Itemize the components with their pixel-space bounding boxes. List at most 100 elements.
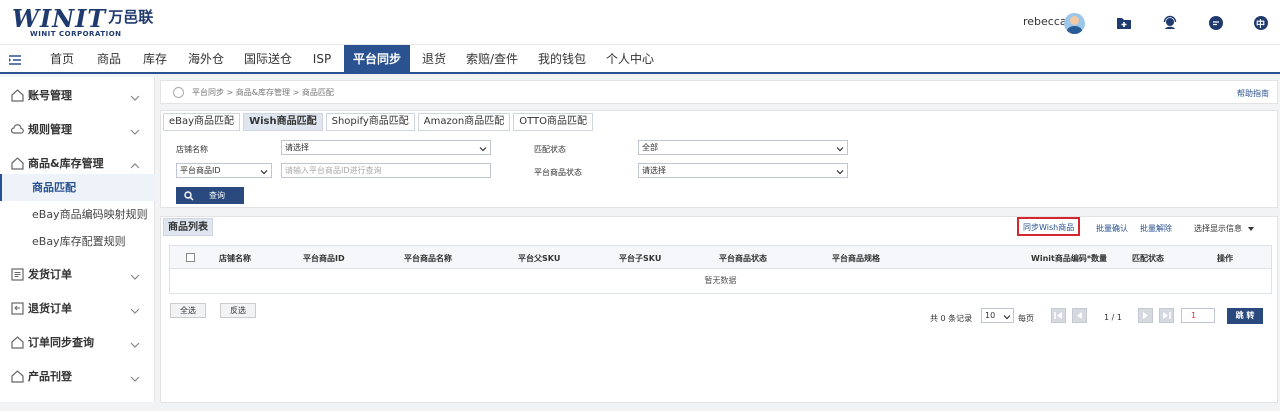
- product-list-tab[interactable]: 商品列表: [163, 218, 213, 236]
- sidebar-item-product-match[interactable]: 商品匹配: [0, 174, 155, 201]
- main-nav: 首页 商品 库存 海外仓 国际送仓 ISP 平台同步 退货 索赔/查件 我的钱包…: [0, 44, 1280, 74]
- filter-panel: eBay商品匹配 Wish商品匹配 Shopify商品匹配 Amazon商品匹配…: [160, 110, 1278, 208]
- home-icon: [11, 155, 24, 170]
- chevron-down-icon: [130, 122, 140, 135]
- col-platform-product-status: 平台商品状态: [719, 254, 767, 263]
- next-page-icon[interactable]: [1138, 308, 1153, 323]
- sidebar-group-label: 订单同步查询: [28, 336, 94, 349]
- page-info: 1 / 1: [1104, 313, 1122, 322]
- invert-selection-button[interactable]: 反选: [220, 303, 256, 318]
- query-button[interactable]: 查询: [176, 187, 244, 204]
- total-records: 共 0 条记录: [930, 314, 973, 323]
- search-icon: [184, 190, 194, 201]
- first-page-icon[interactable]: [1051, 308, 1066, 323]
- product-list-panel: 商品列表 同步Wish商品 批量确认 批量解除 选择显示信息 店铺名称 平台商品…: [160, 216, 1278, 403]
- help-guide-link[interactable]: 帮助指南: [1237, 88, 1269, 99]
- sidebar: 账号管理 规则管理 商品&库存管理 商品匹配 eBay商品编码映射规则 eBay…: [0, 77, 155, 402]
- select-all-checkbox[interactable]: [186, 253, 195, 262]
- username[interactable]: rebecca: [1023, 15, 1067, 28]
- nav-item-returns[interactable]: 退货: [414, 45, 454, 73]
- home-icon: [11, 368, 24, 383]
- language-icon[interactable]: 中: [1253, 15, 1269, 31]
- nav-item-wallet[interactable]: 我的钱包: [530, 45, 594, 73]
- match-status-select[interactable]: 全部: [638, 140, 848, 155]
- menu-toggle-icon[interactable]: [8, 52, 22, 66]
- logo-mark: WINIT: [12, 4, 107, 33]
- chevron-down-icon: [479, 144, 487, 152]
- tab-amazon-match[interactable]: Amazon商品匹配: [417, 113, 511, 131]
- sidebar-group-label: 退货订单: [28, 302, 72, 315]
- sync-wish-products-button[interactable]: 同步Wish商品: [1017, 217, 1081, 236]
- display-options-label: 选择显示信息: [1194, 224, 1242, 233]
- chevron-down-icon: [130, 301, 140, 314]
- sidebar-group-account[interactable]: 账号管理: [0, 77, 155, 111]
- nav-item-isp[interactable]: ISP: [304, 45, 340, 73]
- nav-item-home[interactable]: 首页: [40, 45, 84, 73]
- nav-item-products[interactable]: 商品: [88, 45, 130, 73]
- tab-wish-match[interactable]: Wish商品匹配: [243, 113, 323, 131]
- id-type-select[interactable]: 平台商品ID: [176, 163, 272, 178]
- nav-item-international-shipping[interactable]: 国际送仓: [236, 45, 300, 73]
- match-status-label: 匹配状态: [534, 145, 566, 154]
- col-actions: 操作: [1217, 254, 1233, 263]
- home-icon: [11, 334, 24, 349]
- chat-icon[interactable]: [1208, 15, 1224, 31]
- prev-page-icon[interactable]: [1072, 308, 1087, 323]
- sidebar-item-ebay-sku-mapping[interactable]: eBay商品编码映射规则: [0, 201, 155, 228]
- last-page-icon[interactable]: [1159, 308, 1174, 323]
- top-header: WINIT 万邑联 WINIT CORPORATION rebecca 中: [0, 0, 1280, 44]
- winit-logo[interactable]: WINIT 万邑联 WINIT CORPORATION: [12, 4, 153, 39]
- nav-item-overseas-warehouse[interactable]: 海外仓: [180, 45, 232, 73]
- logo-subtitle: WINIT CORPORATION: [30, 30, 122, 38]
- store-name-select[interactable]: 请选择: [281, 140, 491, 155]
- chevron-down-icon: [836, 167, 844, 175]
- avatar[interactable]: [1064, 13, 1085, 34]
- nav-item-platform-sync[interactable]: 平台同步: [344, 45, 410, 73]
- empty-table-message: 暂无数据: [169, 269, 1272, 294]
- caret-down-icon: [1247, 226, 1254, 231]
- chevron-down-icon: [836, 144, 844, 152]
- support-agent-icon[interactable]: [1162, 15, 1178, 31]
- sidebar-group-rules[interactable]: 规则管理: [0, 111, 155, 145]
- chevron-up-icon: [130, 156, 140, 169]
- breadcrumb-bar: 平台同步 > 商品&库存管理 > 商品匹配 帮助指南: [160, 80, 1278, 104]
- sidebar-group-order-sync-query[interactable]: 订单同步查询: [0, 324, 155, 358]
- chevron-down-icon: [130, 88, 140, 101]
- sidebar-group-label: 发货订单: [28, 268, 72, 281]
- nav-item-inventory[interactable]: 库存: [134, 45, 176, 73]
- sidebar-group-product-listing[interactable]: 产品刊登: [0, 358, 155, 392]
- page-number-input[interactable]: 1: [1181, 308, 1215, 323]
- platform-status-label: 平台商品状态: [534, 168, 582, 177]
- folder-plus-icon[interactable]: [1116, 15, 1132, 31]
- page-size-select[interactable]: 10: [981, 308, 1014, 323]
- sidebar-group-label: 规则管理: [28, 123, 72, 136]
- sidebar-group-label: 产品刊登: [28, 370, 72, 383]
- return-icon: [11, 300, 24, 315]
- sidebar-group-label: 账号管理: [28, 89, 72, 102]
- tab-shopify-match[interactable]: Shopify商品匹配: [325, 113, 415, 131]
- col-winit-sku-qty: Winit商品编码*数量: [1031, 254, 1108, 263]
- chevron-down-icon: [260, 167, 268, 175]
- list-icon: [11, 266, 24, 281]
- table-header: 店铺名称 平台商品ID 平台商品名称 平台父SKU 平台子SKU 平台商品状态 …: [169, 245, 1272, 269]
- platform-status-select[interactable]: 请选择: [638, 163, 848, 178]
- per-page-label: 每页: [1018, 314, 1034, 323]
- col-platform-product-name: 平台商品名称: [404, 254, 452, 263]
- sidebar-group-shipping-orders[interactable]: 发货订单: [0, 256, 155, 290]
- batch-unmatch-button[interactable]: 批量解除: [1140, 223, 1172, 234]
- tab-ebay-match[interactable]: eBay商品匹配: [163, 113, 241, 131]
- nav-item-claims[interactable]: 索赔/查件: [458, 45, 526, 73]
- batch-confirm-button[interactable]: 批量确认: [1096, 223, 1128, 234]
- location-icon: [173, 87, 184, 98]
- nav-item-personal-center[interactable]: 个人中心: [598, 45, 662, 73]
- jump-button[interactable]: 跳 转: [1227, 308, 1263, 324]
- display-options-dropdown[interactable]: 选择显示信息: [1194, 223, 1254, 234]
- product-id-input[interactable]: 请输入平台商品ID进行查询: [281, 163, 491, 178]
- id-type-value: 平台商品ID: [180, 166, 221, 175]
- sidebar-group-return-orders[interactable]: 退货订单: [0, 290, 155, 324]
- store-name-label: 店铺名称: [176, 145, 208, 154]
- select-all-button[interactable]: 全选: [170, 303, 206, 318]
- col-platform-product-id: 平台商品ID: [303, 254, 345, 263]
- sidebar-item-ebay-inventory-config[interactable]: eBay库存配置规则: [0, 228, 155, 255]
- tab-otto-match[interactable]: OTTO商品匹配: [513, 113, 594, 131]
